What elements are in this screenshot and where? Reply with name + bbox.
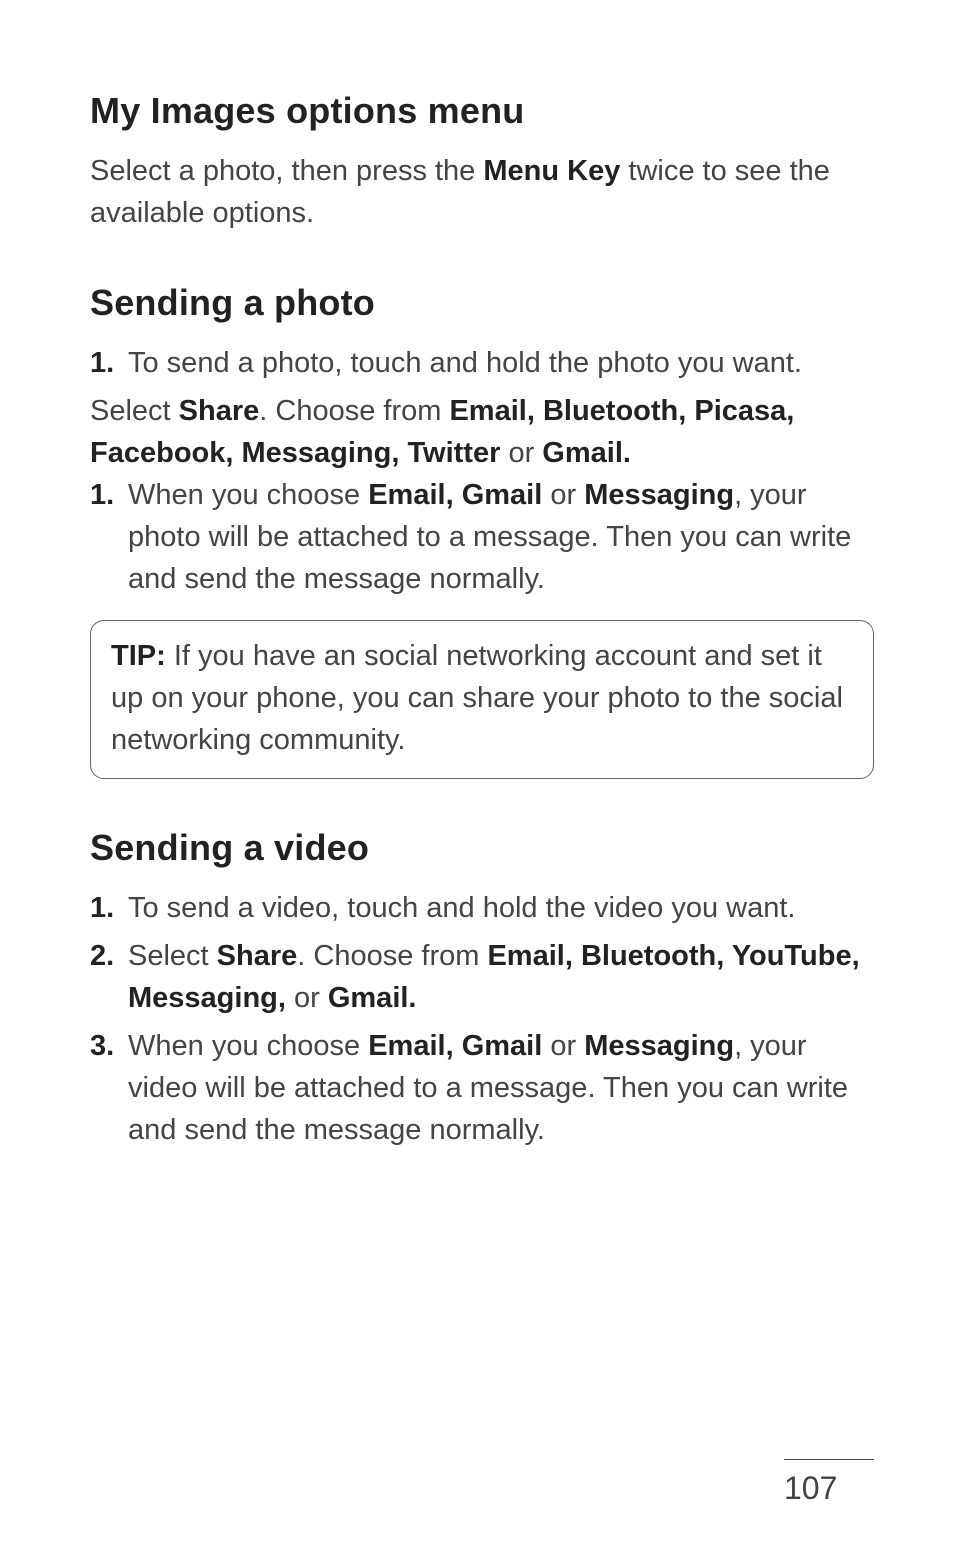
heading-sending-video: Sending a video <box>90 827 874 869</box>
step-text: To send a photo, touch and hold the phot… <box>128 347 802 379</box>
list-item: 1. To send a video, touch and hold the v… <box>90 887 874 929</box>
ordered-list-photo-2: 1. When you choose Email, Gmail or Messa… <box>90 474 874 600</box>
list-item: 1. When you choose Email, Gmail or Messa… <box>90 474 874 600</box>
text: or <box>500 437 542 469</box>
tip-label: TIP: <box>111 640 166 672</box>
bold-email-gmail: Email, Gmail <box>368 479 542 511</box>
bold-menu-key: Menu Key <box>483 155 620 187</box>
step-number: 1. <box>90 474 114 516</box>
text: or <box>542 1030 584 1062</box>
step-number: 1. <box>90 887 114 929</box>
step-number: 3. <box>90 1025 114 1067</box>
bold-share: Share <box>179 395 260 427</box>
bold-messaging: Messaging <box>584 479 734 511</box>
bold-gmail: Gmail. <box>328 982 417 1014</box>
heading-sending-photo: Sending a photo <box>90 282 874 324</box>
text: Select <box>90 395 179 427</box>
text: When you choose <box>128 1030 368 1062</box>
step-text: To send a video, touch and hold the vide… <box>128 892 795 924</box>
section-my-images: My Images options menu Select a photo, t… <box>90 90 874 234</box>
paragraph-share-options: Select Share. Choose from Email, Bluetoo… <box>90 390 874 474</box>
text: . Choose from <box>259 395 449 427</box>
tip-box: TIP: If you have an social networking ac… <box>90 620 874 778</box>
ordered-list-video: 1. To send a video, touch and hold the v… <box>90 887 874 1151</box>
paragraph-my-images: Select a photo, then press the Menu Key … <box>90 150 874 234</box>
text: If you have an social networking account… <box>111 640 843 756</box>
section-sending-photo: Sending a photo 1. To send a photo, touc… <box>90 282 874 778</box>
bold-messaging: Messaging <box>584 1030 734 1062</box>
bold-email-gmail: Email, Gmail <box>368 1030 542 1062</box>
step-number: 1. <box>90 342 114 384</box>
step-number: 2. <box>90 935 114 977</box>
footer-rule <box>784 1459 874 1460</box>
list-item: 1. To send a photo, touch and hold the p… <box>90 342 874 384</box>
bold-share: Share <box>217 940 298 972</box>
list-item: 2. Select Share. Choose from Email, Blue… <box>90 935 874 1019</box>
text: . Choose from <box>297 940 487 972</box>
text: or <box>542 479 584 511</box>
text: Select a photo, then press the <box>90 155 483 187</box>
bold-gmail: Gmail. <box>542 437 631 469</box>
heading-my-images: My Images options menu <box>90 90 874 132</box>
page-footer: 107 <box>784 1459 874 1507</box>
section-sending-video: Sending a video 1. To send a video, touc… <box>90 827 874 1151</box>
page-number: 107 <box>784 1470 837 1506</box>
text: or <box>286 982 328 1014</box>
tip-text: TIP: If you have an social networking ac… <box>111 635 853 761</box>
text: When you choose <box>128 479 368 511</box>
ordered-list-photo-1: 1. To send a photo, touch and hold the p… <box>90 342 874 384</box>
list-item: 3. When you choose Email, Gmail or Messa… <box>90 1025 874 1151</box>
text: Select <box>128 940 217 972</box>
